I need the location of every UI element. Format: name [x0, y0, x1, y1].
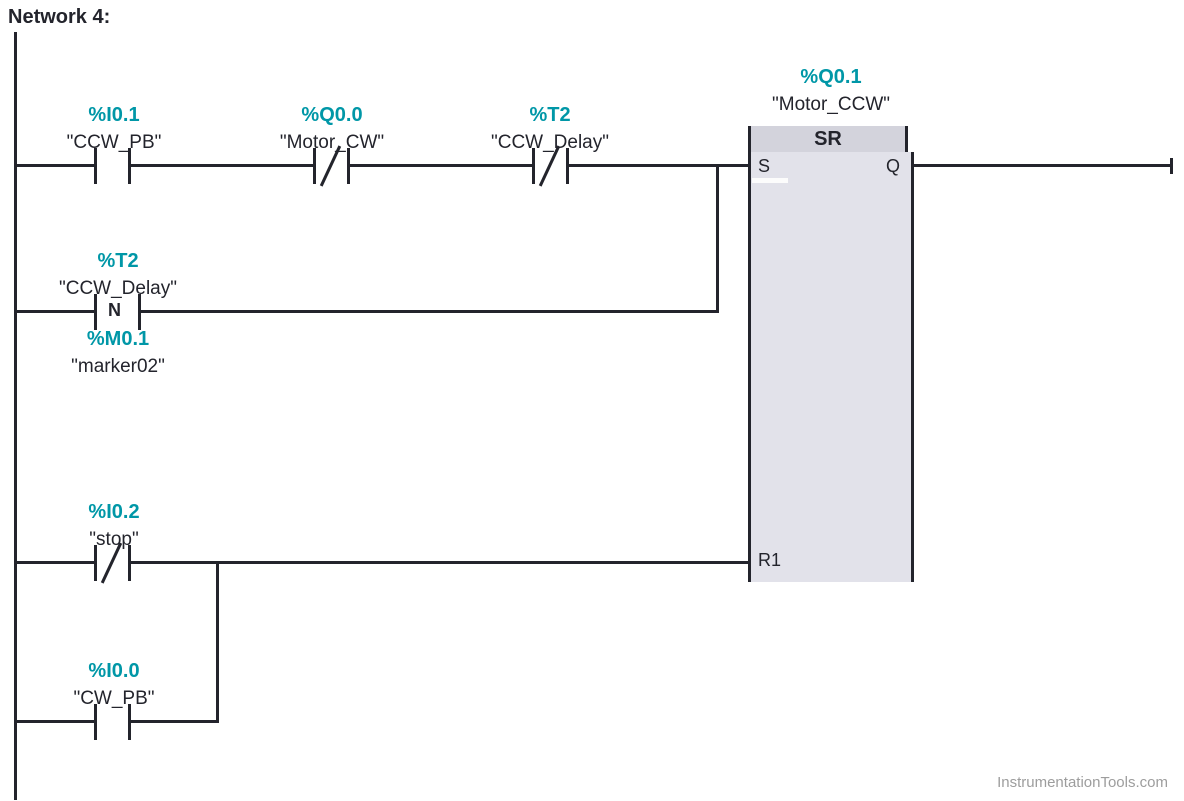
wire-r4-2: [131, 720, 219, 723]
ccw-delay2-addr: %T2: [38, 250, 198, 273]
wire-r4-v: [216, 561, 219, 723]
wire-q-out: [914, 164, 1170, 167]
network-title: Network 4:: [8, 6, 110, 29]
motor-ccw-addr: %Q0.1: [751, 66, 911, 89]
edge-n-label: N: [108, 300, 121, 321]
marker02-addr: %M0.1: [38, 328, 198, 351]
s-underline: [752, 178, 788, 183]
q-terminator: [1170, 158, 1173, 174]
left-power-rail: [14, 32, 17, 800]
watermark: InstrumentationTools.com: [997, 774, 1168, 791]
wire-r1-4: [569, 164, 749, 167]
sr-pin-s: S: [758, 156, 770, 177]
wire-r3-2: [131, 561, 749, 564]
motor-cw-name: "Motor_CW": [242, 132, 422, 154]
cw-pb-name: "CW_PB": [24, 688, 204, 710]
marker02-name: "marker02": [28, 356, 208, 378]
cw-pb-addr: %I0.0: [34, 660, 194, 683]
ccw-pb-addr: %I0.1: [34, 104, 194, 127]
sr-block-header: SR: [748, 126, 908, 153]
wire-r1-2: [131, 164, 313, 167]
wire-r2-2: [141, 310, 719, 313]
wire-r2-v: [716, 164, 719, 313]
ccw-delay-name: "CCW_Delay": [460, 132, 640, 154]
stop-addr: %I0.2: [34, 501, 194, 524]
motor-cw-addr: %Q0.0: [252, 104, 412, 127]
motor-ccw-name: "Motor_CCW": [741, 94, 921, 116]
ccw-pb-name: "CCW_PB": [24, 132, 204, 154]
sr-pin-r1: R1: [758, 550, 781, 571]
wire-r3-1: [14, 561, 94, 564]
wire-r4-1: [14, 720, 94, 723]
ccw-delay2-name: "CCW_Delay": [28, 278, 208, 300]
ladder-diagram: Network 4: SR S Q R1 %Q0.1 "Motor_CCW" %…: [0, 0, 1184, 801]
ccw-delay-addr: %T2: [470, 104, 630, 127]
wire-r1-3: [350, 164, 532, 167]
stop-name: "stop": [24, 529, 204, 551]
sr-pin-q: Q: [886, 156, 900, 177]
sr-block-body: [748, 152, 914, 582]
wire-r2-1: [14, 310, 94, 313]
wire-r1-1: [14, 164, 94, 167]
